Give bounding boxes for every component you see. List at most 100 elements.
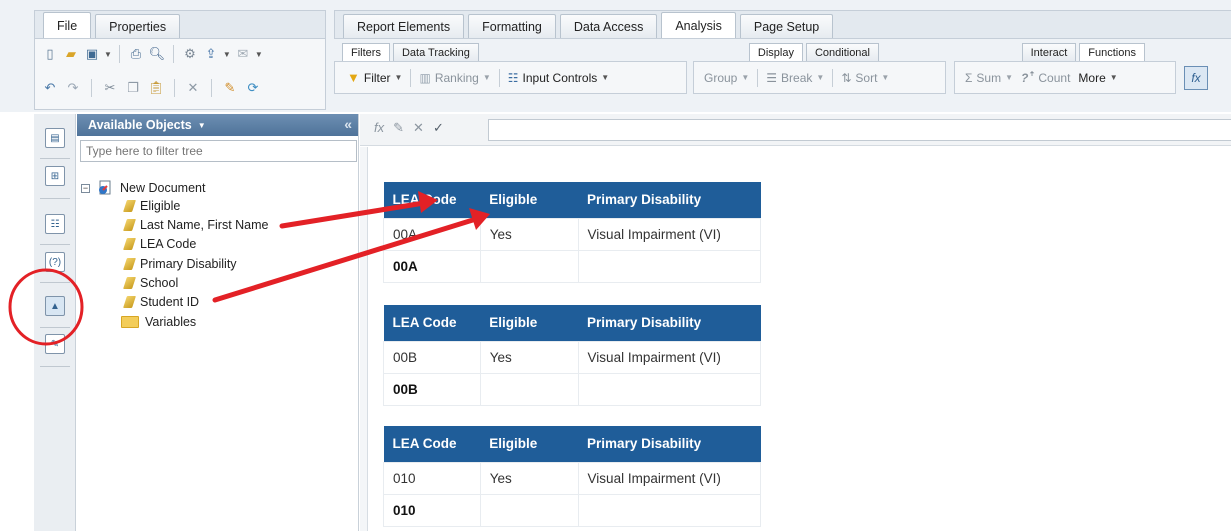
- cell-lea-code[interactable]: 010: [383, 461, 481, 495]
- footer-lea-code[interactable]: 00A: [383, 249, 481, 283]
- cell-primary-disability[interactable]: Visual Impairment (VI): [577, 217, 762, 251]
- tab-page-setup[interactable]: Page Setup: [739, 14, 834, 38]
- header-primary-disability[interactable]: Primary Disability: [578, 182, 761, 218]
- available-objects-icon[interactable]: ▲: [45, 296, 65, 316]
- footer-empty-cell[interactable]: [479, 493, 579, 527]
- footer-lea-code[interactable]: 010: [383, 493, 481, 527]
- tree-item-lea-code[interactable]: LEA Code: [123, 237, 196, 251]
- tree-item-last-name-first-name[interactable]: Last Name, First Name: [123, 218, 269, 232]
- filter-tree-input[interactable]: [80, 140, 357, 162]
- paste-icon[interactable]: 📋︎: [147, 79, 165, 97]
- sort-button[interactable]: ⇅ Sort ▼: [837, 67, 893, 89]
- footer-empty-cell[interactable]: [479, 372, 579, 406]
- format-painter-icon[interactable]: ✎: [221, 79, 239, 97]
- collapse-tree-icon[interactable]: −: [81, 183, 90, 193]
- tree-item-school[interactable]: School: [123, 276, 178, 290]
- document-summary-icon[interactable]: ▤: [45, 128, 65, 148]
- export-dropdown-icon[interactable]: ▼: [223, 50, 231, 59]
- panel-menu-icon[interactable]: ▼: [198, 121, 206, 130]
- redo-icon[interactable]: ↷: [64, 79, 82, 97]
- header-primary-disability[interactable]: Primary Disability: [578, 426, 761, 462]
- tree-item-primary-disability[interactable]: Primary Disability: [123, 257, 237, 271]
- report-table[interactable]: LEA Code Eligible Primary Disability 00B…: [383, 305, 762, 406]
- mail-icon[interactable]: ✉: [234, 45, 252, 63]
- header-primary-disability[interactable]: Primary Disability: [578, 305, 761, 341]
- open-folder-icon[interactable]: ▰: [62, 45, 80, 63]
- tab-file[interactable]: File: [43, 12, 92, 38]
- header-lea-code[interactable]: LEA Code: [383, 426, 481, 462]
- subtab-filters[interactable]: Filters: [342, 43, 390, 61]
- cut-icon[interactable]: ✂: [101, 79, 119, 97]
- header-eligible[interactable]: Eligible: [480, 182, 579, 218]
- delete-icon[interactable]: ✕: [184, 79, 202, 97]
- footer-empty-cell[interactable]: [577, 372, 762, 406]
- tab-formatting[interactable]: Formatting: [468, 14, 556, 38]
- tree-item-label: Variables: [145, 315, 197, 329]
- export-icon[interactable]: ⇪: [202, 45, 220, 63]
- dimension-icon: [123, 296, 136, 308]
- validate-formula-icon[interactable]: ✓: [433, 120, 444, 136]
- subtab-conditional[interactable]: Conditional: [805, 43, 879, 61]
- tab-report-elements[interactable]: Report Elements: [343, 14, 465, 38]
- break-button[interactable]: ☰ Break ▼: [762, 67, 828, 89]
- cancel-formula-icon[interactable]: ✕: [413, 120, 424, 136]
- footer-empty-cell[interactable]: [577, 493, 762, 527]
- subtab-functions[interactable]: Functions: [1079, 43, 1145, 61]
- input-controls-label: Input Controls: [522, 70, 598, 85]
- report-table[interactable]: LEA Code Eligible Primary Disability 010…: [383, 426, 762, 527]
- query-prompts-icon[interactable]: (?): [45, 252, 65, 272]
- copy-icon[interactable]: ❐: [124, 79, 142, 97]
- navigation-map-icon[interactable]: ⊞: [45, 166, 65, 186]
- cell-lea-code[interactable]: 00A: [383, 217, 481, 251]
- collapse-panel-icon[interactable]: «: [344, 116, 352, 132]
- footer-empty-cell[interactable]: [479, 249, 579, 283]
- track-icon[interactable]: ⚙: [181, 45, 199, 63]
- save-dropdown-icon[interactable]: ▼: [104, 50, 112, 59]
- tab-data-access[interactable]: Data Access: [559, 14, 658, 38]
- cell-primary-disability[interactable]: Visual Impairment (VI): [577, 340, 762, 374]
- subtab-display[interactable]: Display: [748, 43, 803, 61]
- fx-icon[interactable]: fx: [374, 120, 384, 136]
- cell-primary-disability[interactable]: Visual Impairment (VI): [577, 461, 762, 495]
- sum-button[interactable]: Σ Sum ▼: [961, 67, 1017, 89]
- tree-item-variables[interactable]: Variables: [121, 315, 196, 329]
- undo-icon[interactable]: ↶: [41, 79, 59, 97]
- filter-dropdown-icon: ▼: [394, 73, 403, 82]
- subtab-interact[interactable]: Interact: [1021, 43, 1077, 61]
- formula-input[interactable]: [488, 119, 1231, 141]
- cell-lea-code[interactable]: 00B: [383, 340, 481, 374]
- footer-lea-code[interactable]: 00B: [383, 372, 481, 406]
- input-controls-button[interactable]: ☷ Input Controls ▼: [504, 67, 613, 89]
- tab-properties[interactable]: Properties: [95, 14, 181, 38]
- print-icon[interactable]: ⎙: [127, 45, 145, 63]
- tree-item-student-id[interactable]: Student ID: [123, 295, 199, 309]
- header-eligible[interactable]: Eligible: [480, 426, 579, 462]
- refresh-icon[interactable]: ⟳: [244, 79, 262, 97]
- more-button[interactable]: More ▼: [1074, 67, 1121, 89]
- tree-root[interactable]: − New Document: [81, 180, 205, 196]
- tree-item-eligible[interactable]: Eligible: [123, 199, 180, 213]
- input-controls-panel-icon[interactable]: ☷: [45, 214, 65, 234]
- save-icon[interactable]: ▣: [83, 45, 101, 63]
- cell-eligible[interactable]: Yes: [479, 461, 579, 495]
- ranking-button[interactable]: ▥ Ranking ▼: [415, 67, 494, 89]
- formula-toolbar-toggle-icon[interactable]: fx: [1184, 66, 1208, 90]
- subtab-data-tracking[interactable]: Data Tracking: [392, 43, 479, 61]
- header-lea-code[interactable]: LEA Code: [383, 182, 481, 218]
- new-document-icon[interactable]: ▯: [41, 45, 59, 63]
- report-table[interactable]: LEA Code Eligible Primary Disability 00A…: [383, 182, 762, 283]
- header-lea-code[interactable]: LEA Code: [383, 305, 481, 341]
- tab-analysis[interactable]: Analysis: [661, 12, 736, 38]
- group-button[interactable]: Group ▼: [700, 67, 753, 89]
- folder-icon: [121, 316, 139, 328]
- filter-button[interactable]: ▼ Filter ▼: [343, 67, 406, 89]
- cell-eligible[interactable]: Yes: [479, 340, 579, 374]
- find-icon[interactable]: 🔍︎: [148, 45, 166, 63]
- count-button[interactable]: ?ꜛ Count: [1017, 67, 1074, 89]
- mail-dropdown-icon[interactable]: ▼: [255, 50, 263, 59]
- formula-editor-icon[interactable]: ✎: [393, 120, 404, 136]
- data-panel-icon[interactable]: ✎: [45, 334, 65, 354]
- cell-eligible[interactable]: Yes: [479, 217, 579, 251]
- footer-empty-cell[interactable]: [577, 249, 762, 283]
- header-eligible[interactable]: Eligible: [480, 305, 579, 341]
